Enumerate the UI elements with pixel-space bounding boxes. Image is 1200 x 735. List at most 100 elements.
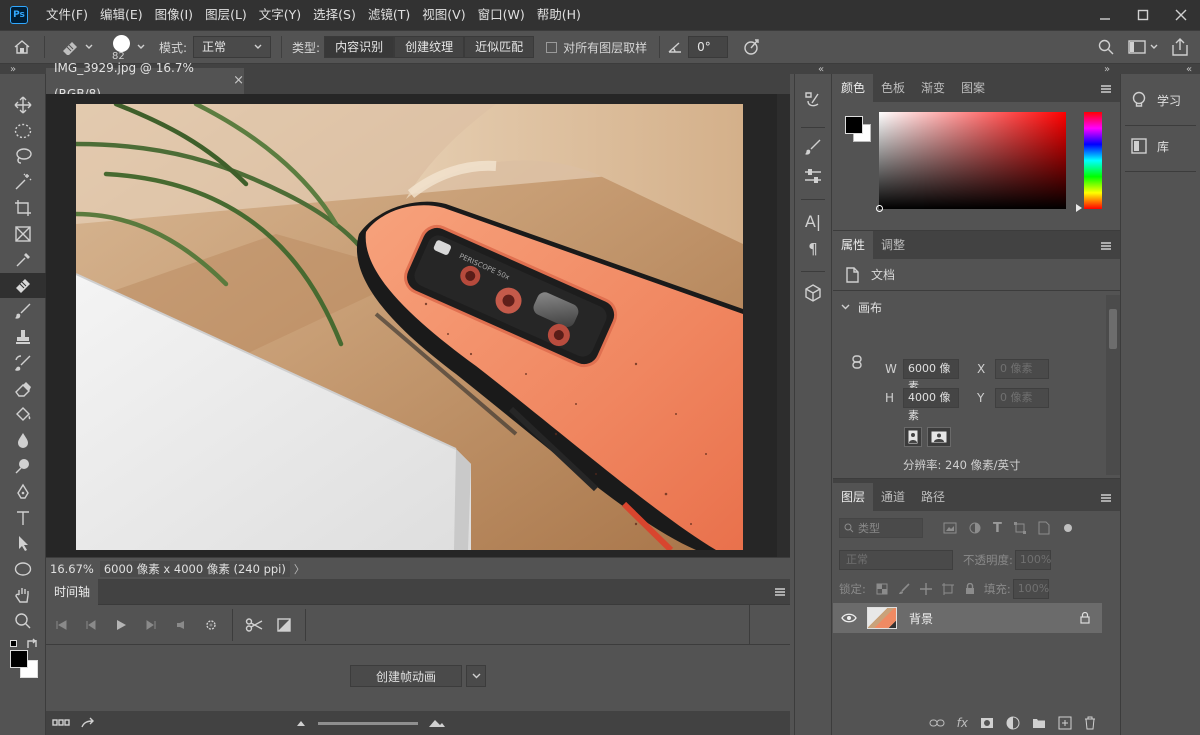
filter-type-icon[interactable]: T [993, 521, 1002, 536]
convert-arrow-icon[interactable] [80, 717, 96, 729]
crop-tool[interactable] [0, 195, 46, 221]
first-frame-button[interactable] [46, 609, 76, 641]
zoom-out-mountain-icon[interactable] [296, 719, 308, 727]
hand-tool[interactable] [0, 582, 46, 608]
menu-item[interactable]: 帮助(H) [531, 0, 587, 30]
timeline-zoom-slider[interactable] [318, 721, 418, 725]
opacity-input[interactable]: 100% [1014, 550, 1051, 570]
default-colors-icon[interactable] [10, 639, 17, 647]
audio-icon[interactable] [166, 609, 196, 641]
lasso-tool[interactable] [0, 144, 46, 170]
new-layer-icon[interactable] [1058, 716, 1072, 730]
path-selection-tool[interactable] [0, 531, 46, 557]
foreground-color[interactable] [10, 649, 28, 668]
scissors-icon[interactable] [239, 609, 269, 641]
menu-item[interactable]: 视图(V) [416, 0, 471, 30]
filter-pixel-icon[interactable] [943, 522, 957, 534]
type-tool[interactable] [0, 505, 46, 531]
history-brush-tool[interactable] [0, 350, 46, 376]
document-image[interactable]: PERISCOPE 50x [76, 104, 743, 550]
add-mask-icon[interactable] [980, 717, 994, 729]
color-swatches[interactable] [0, 638, 46, 680]
magic-wand-tool[interactable] [0, 169, 46, 195]
eraser-tool[interactable] [0, 376, 46, 402]
tab-adjustments[interactable]: 调整 [873, 231, 913, 259]
content-aware-button[interactable]: 内容识别 [324, 36, 395, 58]
pressure-icon[interactable] [742, 38, 760, 56]
tool-presets-icon[interactable] [795, 162, 831, 190]
history-icon[interactable] [795, 86, 831, 114]
settings-gear-icon[interactable] [196, 609, 226, 641]
blend-mode-select[interactable]: 正常 [839, 550, 953, 570]
width-input[interactable]: 6000 像素 [903, 359, 959, 393]
tab-color[interactable]: 颜色 [833, 74, 874, 102]
marquee-tool[interactable] [0, 118, 46, 144]
visibility-eye-icon[interactable] [841, 613, 857, 623]
spot-healing-tool[interactable] [0, 272, 46, 299]
proximity-match-button[interactable]: 近似匹配 [464, 36, 535, 58]
search-icon[interactable] [1098, 39, 1114, 55]
eyedropper-tool[interactable] [0, 247, 46, 273]
play-button[interactable] [106, 609, 136, 641]
hue-slider-handle[interactable] [1076, 204, 1082, 212]
brush-tool[interactable] [0, 298, 46, 324]
layer-name[interactable]: 背景 [909, 610, 933, 627]
maximize-button[interactable] [1124, 0, 1162, 30]
workspace-icon[interactable] [1128, 40, 1146, 54]
new-group-icon[interactable] [1032, 717, 1046, 729]
photoshop-logo[interactable]: Ps [10, 6, 28, 24]
frame-tool[interactable] [0, 221, 46, 247]
transition-icon[interactable] [269, 609, 299, 641]
panel-menu-icon[interactable] [1100, 241, 1112, 251]
close-tab-icon[interactable]: × [233, 68, 244, 94]
stamp-tool[interactable] [0, 324, 46, 350]
menu-item[interactable]: 选择(S) [307, 0, 362, 30]
tab-gradients[interactable]: 渐变 [913, 74, 953, 102]
document-size-info[interactable]: 6000 像素 x 4000 像素 (240 ppi) [99, 560, 290, 577]
chevron-right-icon[interactable]: 〉 [294, 561, 305, 577]
lock-artboard-icon[interactable] [941, 583, 954, 595]
panel-menu-icon[interactable] [774, 587, 786, 597]
create-texture-button[interactable]: 创建纹理 [394, 36, 465, 58]
zoom-tool[interactable] [0, 608, 46, 634]
lock-all-icon[interactable] [964, 583, 976, 595]
chevron-down-icon[interactable] [466, 665, 486, 687]
x-input[interactable]: 0 像素 [995, 359, 1049, 379]
menu-item[interactable]: 图像(I) [149, 0, 199, 30]
filter-adjustment-icon[interactable] [969, 522, 981, 534]
properties-scrollbar[interactable] [1106, 295, 1120, 475]
panel-menu-icon[interactable] [1100, 493, 1112, 503]
landscape-orientation-button[interactable] [927, 427, 951, 447]
previous-frame-button[interactable] [76, 609, 106, 641]
close-button[interactable] [1162, 0, 1200, 30]
timeline-tab[interactable]: 时间轴 [46, 578, 99, 605]
tab-layers[interactable]: 图层 [833, 483, 874, 511]
hue-slider[interactable] [1084, 112, 1102, 209]
color-field[interactable] [876, 112, 1066, 212]
color-fg-swatch[interactable] [845, 116, 863, 134]
3d-cube-icon[interactable] [795, 276, 831, 310]
tab-paths[interactable]: 路径 [913, 483, 953, 511]
menu-item[interactable]: 编辑(E) [94, 0, 149, 30]
paragraph-icon[interactable]: ¶ [795, 236, 831, 262]
blur-tool[interactable] [0, 427, 46, 453]
dodge-tool[interactable] [0, 453, 46, 479]
height-input[interactable]: 4000 像素 [903, 388, 959, 422]
menu-item[interactable]: 滤镜(T) [362, 0, 416, 30]
frame-mode-icon[interactable] [52, 718, 72, 728]
create-frame-animation-button[interactable]: 创建帧动画 [350, 665, 462, 687]
tab-patterns[interactable]: 图案 [953, 74, 993, 102]
share-icon[interactable] [1172, 38, 1188, 56]
shape-tool[interactable] [0, 556, 46, 582]
minimize-button[interactable] [1086, 0, 1124, 30]
menu-item[interactable]: 文字(Y) [253, 0, 307, 30]
library-panel-button[interactable]: 库 [1121, 128, 1200, 164]
swap-colors-icon[interactable] [26, 638, 38, 650]
brush-settings-icon[interactable] [795, 132, 831, 162]
scroll-thumb[interactable] [1109, 309, 1117, 349]
filter-toggle-icon[interactable] [1063, 524, 1072, 532]
spot-healing-brush-icon[interactable] [55, 39, 85, 55]
layer-style-fx-icon[interactable]: fx [957, 716, 968, 730]
zoom-in-mountain-icon[interactable] [428, 718, 446, 728]
tab-channels[interactable]: 通道 [873, 483, 913, 511]
